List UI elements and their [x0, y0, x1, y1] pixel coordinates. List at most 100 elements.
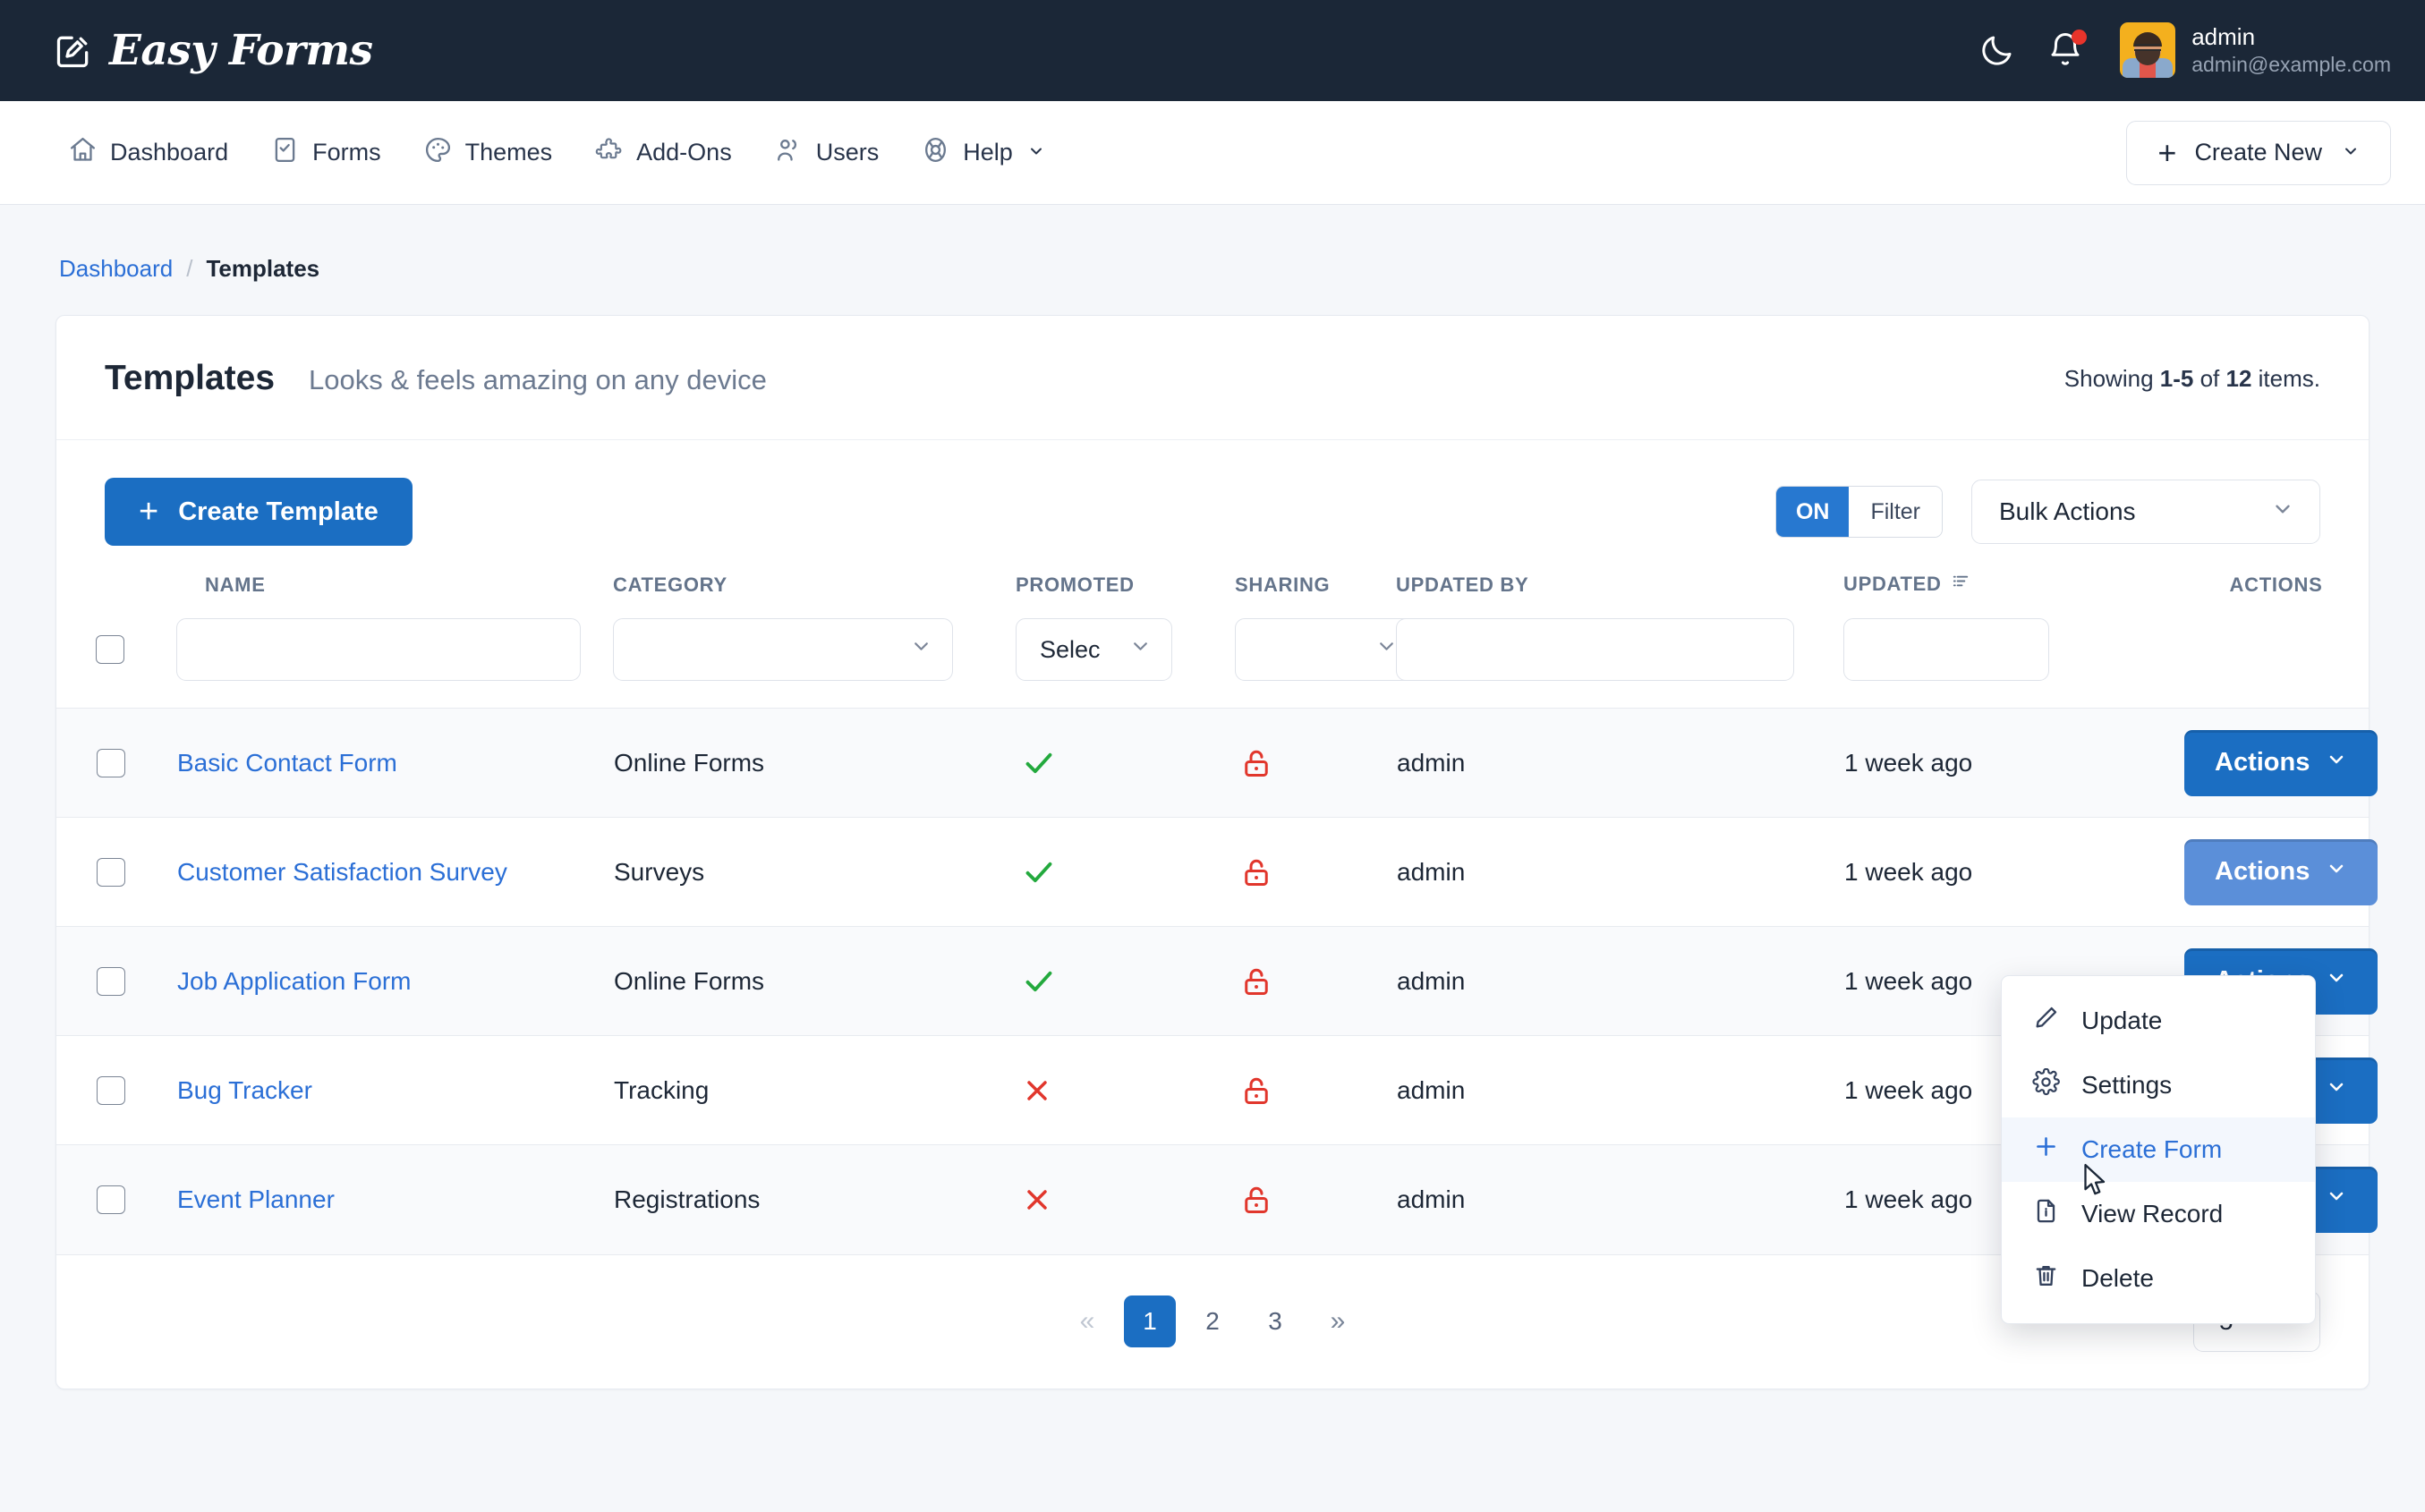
cell-category: Online Forms	[614, 748, 765, 777]
bell-icon[interactable]	[2046, 30, 2088, 69]
nav-item-dashboard[interactable]: Dashboard	[68, 135, 228, 171]
header-updated[interactable]: UPDATED	[1843, 571, 2183, 609]
unlock-icon	[1240, 1072, 1395, 1109]
header-sharing[interactable]: SHARING	[1235, 571, 1396, 609]
user-name: admin	[2191, 23, 2256, 51]
pagination-next[interactable]: »	[1312, 1295, 1364, 1347]
select-all-checkbox[interactable]	[96, 635, 124, 664]
bulk-actions-label: Bulk Actions	[1999, 497, 2136, 525]
cell-updated-by: admin	[1397, 857, 1466, 886]
filter-toggle[interactable]: ON Filter	[1774, 486, 1943, 538]
menu-item-create-form[interactable]: Create Form	[2002, 1117, 2315, 1182]
header-updated-label: UPDATED	[1843, 572, 1942, 595]
row-checkbox[interactable]	[97, 1185, 125, 1214]
row-actions-label: Actions	[2215, 748, 2310, 777]
nav-item-forms[interactable]: Forms	[270, 135, 381, 171]
cell-category: Surveys	[614, 857, 705, 886]
nav-label: Forms	[312, 139, 381, 166]
filter-sharing-select[interactable]	[1235, 618, 1418, 681]
header-actions: ACTIONS	[2229, 573, 2323, 596]
puzzle-icon	[594, 135, 624, 171]
filter-name-input[interactable]	[176, 618, 581, 681]
moon-icon[interactable]	[1978, 31, 2016, 69]
row-checkbox[interactable]	[97, 748, 125, 777]
check-icon	[1021, 964, 1234, 999]
cell-updated: 1 week ago	[1844, 748, 1973, 777]
chevron-down-icon	[2326, 748, 2347, 777]
header-name[interactable]: NAME	[157, 571, 613, 609]
pagination-page-3[interactable]: 3	[1249, 1295, 1301, 1347]
unlock-icon	[1240, 1181, 1395, 1219]
create-new-button[interactable]: + Create New	[2126, 120, 2391, 185]
create-template-label: Create Template	[178, 497, 379, 526]
pen-square-icon	[54, 31, 93, 71]
nav-label: Users	[815, 139, 880, 166]
filter-promoted-select[interactable]: Selec	[1016, 618, 1172, 681]
header-category[interactable]: CATEGORY	[613, 571, 1016, 609]
bulk-actions-select[interactable]: Bulk Actions	[1971, 480, 2320, 544]
template-name-link[interactable]: Basic Contact Form	[157, 749, 397, 777]
row-actions-button-active[interactable]: Actions	[2184, 838, 2378, 905]
file-info-icon	[2032, 1197, 2060, 1231]
card-header: Templates Looks & feels amazing on any d…	[56, 316, 2369, 440]
template-name-link[interactable]: Event Planner	[157, 1185, 335, 1213]
notification-dot	[2072, 30, 2088, 46]
cell-updated-by: admin	[1397, 748, 1466, 777]
nav-item-add-ons[interactable]: Add-Ons	[594, 135, 732, 171]
table-filter-row: Selec	[56, 609, 2369, 709]
menu-item-delete[interactable]: Delete	[2002, 1246, 2315, 1311]
nav-item-help[interactable]: Help	[921, 135, 1045, 171]
filter-toggle-on[interactable]: ON	[1775, 487, 1850, 537]
row-checkbox[interactable]	[97, 966, 125, 996]
filter-updated-input[interactable]	[1843, 618, 2049, 681]
cross-icon	[1021, 1075, 1234, 1107]
top-bar-right: admin admin@example.com	[1978, 22, 2391, 79]
chevron-down-icon	[910, 635, 932, 664]
menu-item-label: Update	[2081, 1007, 2163, 1034]
chevron-down-icon	[2326, 1075, 2347, 1105]
pagination-page-2[interactable]: 2	[1187, 1295, 1238, 1347]
nav-label: Add-Ons	[636, 139, 732, 166]
user-email: admin@example.com	[2191, 52, 2391, 76]
filter-toggle-label[interactable]: Filter	[1849, 487, 1942, 537]
nav-item-themes[interactable]: Themes	[423, 135, 553, 171]
filter-category-select[interactable]	[613, 618, 953, 681]
template-name-link[interactable]: Bug Tracker	[157, 1076, 312, 1104]
pagination-first[interactable]: «	[1061, 1295, 1113, 1347]
table-toolbar: + Create Template ON Filter Bulk Actions	[56, 440, 2369, 571]
menu-item-update[interactable]: Update	[2002, 989, 2315, 1053]
cell-updated-by: admin	[1397, 1075, 1466, 1104]
menu-item-label: View Record	[2081, 1200, 2224, 1227]
template-name-link[interactable]: Customer Satisfaction Survey	[157, 858, 507, 886]
menu-item-view-record[interactable]: View Record	[2002, 1182, 2315, 1246]
breadcrumb: Dashboard / Templates	[0, 205, 2425, 283]
header-updated-by[interactable]: UPDATED BY	[1396, 571, 1843, 609]
table-row: Basic Contact Form Online Forms admin 1 …	[56, 708, 2378, 818]
user-menu[interactable]: admin admin@example.com	[2120, 22, 2391, 79]
row-checkbox[interactable]	[97, 857, 125, 887]
chevron-down-icon	[2326, 857, 2347, 887]
home-icon	[68, 135, 98, 171]
row-checkbox[interactable]	[97, 1075, 125, 1105]
nav-item-users[interactable]: Users	[774, 135, 880, 171]
users-icon	[774, 135, 804, 171]
brand-logo[interactable]: Easy Forms	[54, 26, 373, 75]
template-name-link[interactable]: Job Application Form	[157, 967, 411, 995]
cell-updated-by: admin	[1397, 1185, 1466, 1213]
menu-item-settings[interactable]: Settings	[2002, 1053, 2315, 1117]
lifebuoy-icon	[921, 135, 950, 171]
row-actions-button[interactable]: Actions	[2184, 729, 2378, 796]
pencil-icon	[2032, 1004, 2060, 1038]
showing-range: 1-5	[2159, 364, 2194, 392]
filter-updated-by-input[interactable]	[1396, 618, 1794, 681]
create-template-button[interactable]: + Create Template	[105, 478, 413, 546]
table-row: Customer Satisfaction Survey Surveys adm…	[56, 817, 2378, 927]
row-actions-label: Actions	[2215, 857, 2310, 886]
pagination-page-1[interactable]: 1	[1124, 1295, 1176, 1347]
header-promoted[interactable]: PROMOTED	[1016, 571, 1235, 609]
nav-label: Themes	[464, 139, 553, 166]
avatar	[2120, 22, 2176, 79]
breadcrumb-dashboard[interactable]: Dashboard	[59, 255, 173, 283]
check-icon	[1021, 745, 1234, 781]
row-actions-menu: Update Settings Create Form View Record …	[2001, 975, 2316, 1324]
